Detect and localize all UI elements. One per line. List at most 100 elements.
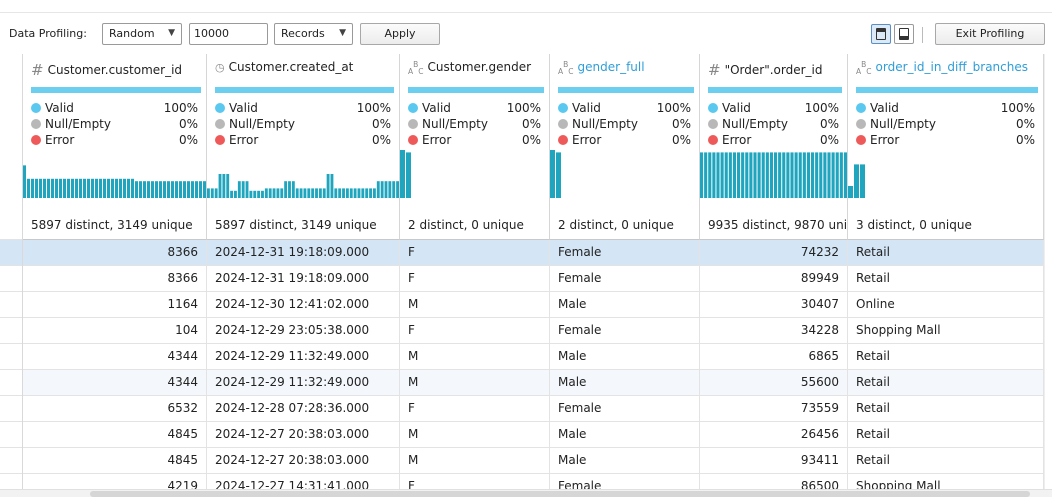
- histogram-bar[interactable]: [291, 181, 295, 198]
- histogram-bar[interactable]: [556, 152, 561, 198]
- table-cell[interactable]: F: [400, 318, 550, 344]
- column-title[interactable]: # "Order".order_id: [708, 60, 822, 79]
- row-header[interactable]: [0, 292, 22, 318]
- histogram-bar[interactable]: [369, 188, 372, 198]
- value-histogram[interactable]: [23, 150, 206, 198]
- histogram-bar[interactable]: [87, 178, 90, 198]
- histogram-bar[interactable]: [99, 178, 102, 198]
- histogram-bar[interactable]: [860, 164, 865, 198]
- histogram-bar[interactable]: [806, 152, 810, 198]
- histogram-bar[interactable]: [326, 174, 330, 198]
- table-row[interactable]: 1164 2024-12-30 12:41:02.000 M Male 30407 Onl…: [23, 292, 1052, 318]
- table-cell[interactable]: 8366: [23, 266, 207, 292]
- histogram-bar[interactable]: [245, 181, 249, 198]
- histogram-bar[interactable]: [700, 152, 704, 198]
- histogram-bar[interactable]: [163, 181, 166, 198]
- table-cell[interactable]: 2024-12-30 12:41:02.000: [207, 292, 400, 318]
- histogram-bar[interactable]: [307, 188, 311, 198]
- table-cell[interactable]: 2024-12-27 20:38:03.000: [207, 422, 400, 448]
- table-cell[interactable]: 2024-12-28 07:28:36.000: [207, 396, 400, 422]
- value-histogram[interactable]: [400, 150, 549, 198]
- histogram-bar[interactable]: [843, 152, 847, 198]
- histogram-bar[interactable]: [249, 190, 253, 198]
- histogram-bar[interactable]: [848, 186, 853, 198]
- table-cell[interactable]: 4845: [23, 422, 207, 448]
- histogram-bar[interactable]: [257, 190, 261, 198]
- histogram-bar[interactable]: [159, 181, 162, 198]
- histogram-bar[interactable]: [745, 152, 749, 198]
- histogram-bar[interactable]: [749, 152, 753, 198]
- table-row[interactable]: 4845 2024-12-27 20:38:03.000 M Male 26456 Ret…: [23, 422, 1052, 448]
- table-cell[interactable]: Retail: [848, 370, 1044, 396]
- horizontal-scrollbar-thumb[interactable]: [90, 491, 1030, 497]
- histogram-bar[interactable]: [765, 152, 769, 198]
- table-cell[interactable]: Retail: [848, 266, 1044, 292]
- histogram-bar[interactable]: [827, 152, 831, 198]
- histogram-bar[interactable]: [388, 181, 392, 198]
- histogram-bar[interactable]: [187, 181, 190, 198]
- row-header[interactable]: [0, 422, 22, 448]
- value-histogram[interactable]: [848, 150, 1043, 198]
- table-row[interactable]: 4344 2024-12-29 11:32:49.000 M Male 55600 Ret…: [23, 370, 1052, 396]
- histogram-bar[interactable]: [210, 188, 214, 198]
- histogram-bar[interactable]: [295, 188, 299, 198]
- histogram-bar[interactable]: [199, 181, 202, 198]
- table-cell[interactable]: 93411: [700, 448, 848, 474]
- column-profile-header[interactable]: ABC Customer.gender Valid 100% Null/Empty 0% E…: [400, 54, 550, 240]
- histogram-bar[interactable]: [823, 152, 827, 198]
- histogram-bar[interactable]: [349, 188, 353, 198]
- table-cell[interactable]: 2024-12-31 19:18:09.000: [207, 266, 400, 292]
- histogram-bar[interactable]: [357, 188, 361, 198]
- table-cell[interactable]: 4344: [23, 344, 207, 370]
- column-title[interactable]: # Customer.customer_id: [31, 60, 182, 79]
- row-header[interactable]: [0, 344, 22, 370]
- record-count-input[interactable]: 10000: [189, 23, 268, 45]
- histogram-bar[interactable]: [365, 188, 369, 198]
- histogram-bar[interactable]: [75, 178, 78, 198]
- table-cell[interactable]: Male: [550, 370, 700, 396]
- column-title[interactable]: ABC Customer.gender: [408, 60, 531, 76]
- histogram-bar[interactable]: [237, 181, 241, 198]
- histogram-bar[interactable]: [396, 181, 399, 198]
- horizontal-scrollbar[interactable]: [0, 489, 1052, 497]
- histogram-bar[interactable]: [708, 152, 712, 198]
- row-header[interactable]: [0, 240, 22, 266]
- table-cell[interactable]: Retail: [848, 396, 1044, 422]
- histogram-bar[interactable]: [253, 190, 257, 198]
- table-cell[interactable]: Male: [550, 344, 700, 370]
- histogram-bar[interactable]: [264, 188, 268, 198]
- table-cell[interactable]: 4845: [23, 448, 207, 474]
- column-title[interactable]: ABC order_id_in_diff_branches: [856, 60, 1028, 76]
- histogram-bar[interactable]: [280, 188, 284, 198]
- histogram-bar[interactable]: [268, 188, 272, 198]
- column-profile-header[interactable]: ABC gender_full Valid 100% Null/Empty 0% Error…: [550, 54, 700, 240]
- histogram-bar[interactable]: [330, 174, 334, 198]
- table-row[interactable]: 4845 2024-12-27 20:38:03.000 M Male 93411 Ret…: [23, 448, 1052, 474]
- histogram-bar[interactable]: [276, 188, 280, 198]
- histogram-bar[interactable]: [737, 152, 741, 198]
- histogram-bar[interactable]: [724, 152, 728, 198]
- histogram-bar[interactable]: [778, 152, 782, 198]
- histogram-bar[interactable]: [179, 181, 182, 198]
- histogram-bar[interactable]: [63, 178, 66, 198]
- table-cell[interactable]: M: [400, 422, 550, 448]
- table-cell[interactable]: F: [400, 396, 550, 422]
- row-header[interactable]: [0, 396, 22, 422]
- table-cell[interactable]: M: [400, 292, 550, 318]
- row-header[interactable]: [0, 370, 22, 396]
- histogram-bar[interactable]: [303, 188, 307, 198]
- histogram-bar[interactable]: [214, 188, 218, 198]
- table-cell[interactable]: Retail: [848, 240, 1044, 266]
- histogram-bar[interactable]: [392, 181, 396, 198]
- table-cell[interactable]: F: [400, 266, 550, 292]
- histogram-bar[interactable]: [704, 152, 708, 198]
- table-cell[interactable]: Male: [550, 292, 700, 318]
- histogram-bar[interactable]: [79, 178, 82, 198]
- histogram-bar[interactable]: [27, 178, 30, 198]
- table-row[interactable]: 8366 2024-12-31 19:18:09.000 F Female 89949 R…: [23, 266, 1052, 292]
- histogram-bar[interactable]: [790, 152, 794, 198]
- histogram-bar[interactable]: [111, 178, 114, 198]
- histogram-bar[interactable]: [345, 188, 349, 198]
- table-cell[interactable]: 2024-12-31 19:18:09.000: [207, 240, 400, 266]
- histogram-bar[interactable]: [139, 181, 142, 198]
